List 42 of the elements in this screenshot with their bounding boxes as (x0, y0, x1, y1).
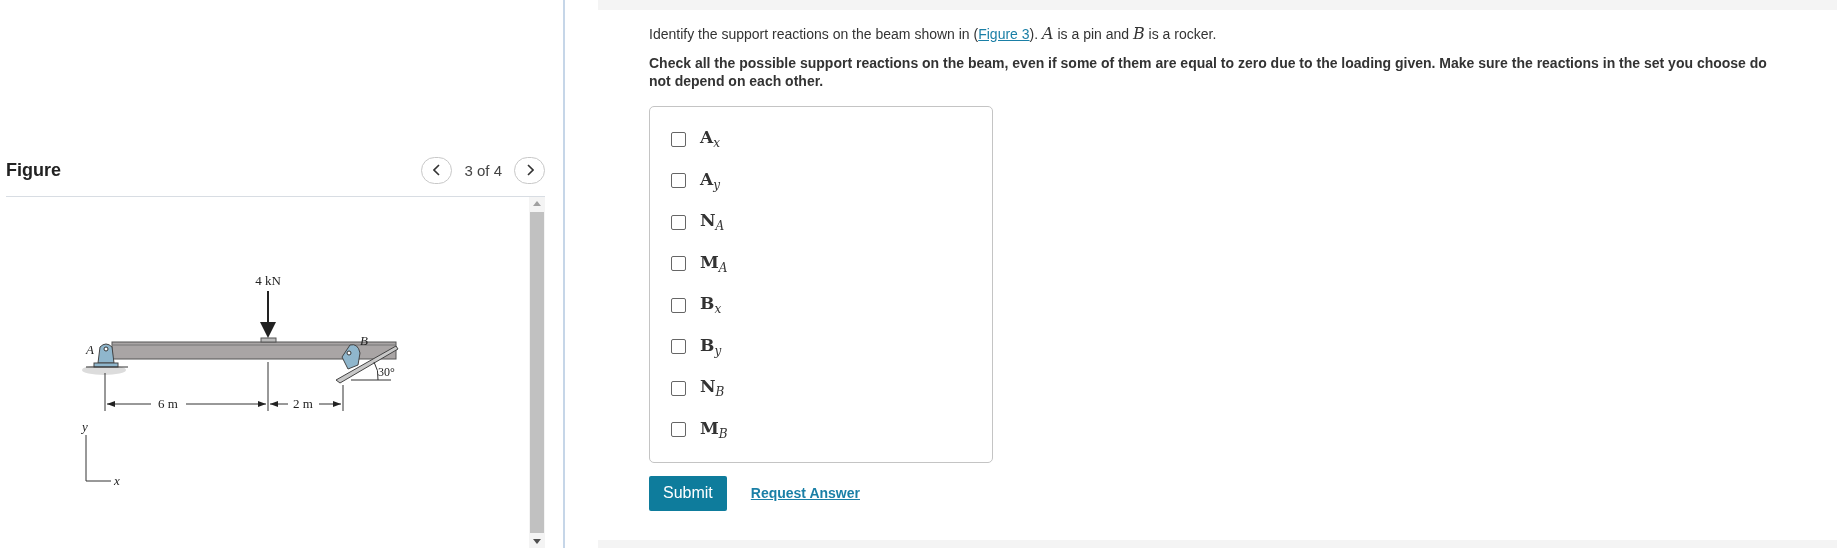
instruction-text: Check all the possible support reactions on the beam, even if some of them are equal to zero due to the loading given. Make sure the reactions in the set you choose do not depend on each other. (649, 55, 1768, 90)
checkbox[interactable] (671, 173, 686, 188)
scrollbar-thumb[interactable] (530, 212, 544, 533)
checkbox[interactable] (671, 380, 686, 396)
checkbox[interactable] (671, 422, 686, 437)
checkbox[interactable] (671, 297, 686, 313)
checkbox[interactable] (671, 214, 686, 230)
dimension-label: 2 m (293, 396, 313, 411)
request-answer-link[interactable]: Request Answer (750, 485, 860, 501)
point-label: B (360, 333, 368, 348)
option-label: M$_{B}$ (700, 417, 728, 442)
pin-support-drawing (82, 343, 129, 375)
point-label: A (86, 342, 94, 357)
rocker-support-drawing (335, 344, 399, 384)
chevron-left-icon (432, 164, 441, 176)
option-label: A$_{y}$ (700, 168, 720, 193)
axes-drawing (85, 434, 112, 482)
scrollbar[interactable] (529, 197, 545, 548)
previous-button[interactable] (421, 156, 453, 184)
option-label: B$_{x}$ (700, 293, 722, 317)
option-label: B$_{y}$ (700, 334, 722, 359)
load-label: 4 kN (255, 273, 281, 288)
dimension-label: 6 m (158, 396, 178, 411)
figure-link[interactable]: Figure 3 (978, 26, 1030, 42)
load-arrow (260, 290, 276, 338)
checkbox[interactable] (671, 339, 686, 354)
question-text: Identify the support reactions on the beam shown in (Figure 3). A is a pin and B is a rocker. (649, 24, 1218, 43)
option-label: M$_{A}$ (700, 251, 728, 276)
chevron-right-icon (525, 164, 534, 176)
option-label: A$_{x}$ (700, 127, 720, 151)
checkbox[interactable] (671, 131, 686, 147)
page-counter: 3 of 4 (464, 161, 502, 179)
axis-label: x (114, 473, 120, 488)
scroll-down-icon[interactable] (533, 539, 541, 544)
option-label: N$_{A}$ (700, 210, 725, 234)
next-button[interactable] (514, 156, 545, 184)
checkbox[interactable] (671, 256, 686, 271)
angle-label: 30° (378, 365, 395, 379)
axis-label: y (82, 419, 88, 434)
figure-title: Figure (6, 159, 62, 181)
option-label: N$_{B}$ (700, 376, 725, 400)
submit-button[interactable]: Submit (649, 475, 727, 511)
